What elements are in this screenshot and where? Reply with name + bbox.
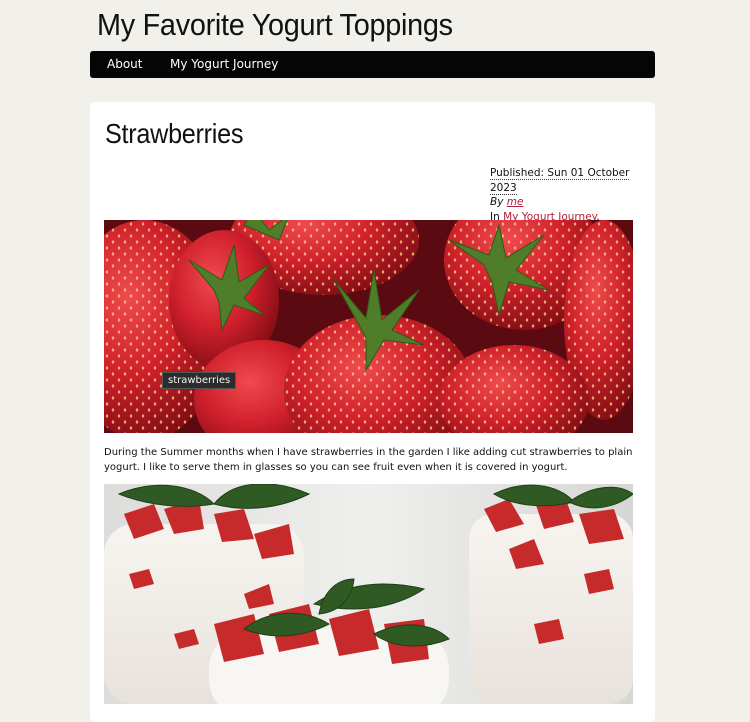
author-link[interactable]: me: [507, 196, 524, 208]
byline-prefix: By: [490, 196, 507, 208]
main-navigation: About My Yogurt Journey: [90, 51, 655, 78]
nav-item-about[interactable]: About: [107, 57, 142, 71]
published-date: Published: Sun 01 October 2023: [490, 167, 630, 195]
nav-item-my-yogurt-journey[interactable]: My Yogurt Journey: [170, 57, 278, 71]
byline: By me: [490, 195, 650, 210]
site-title[interactable]: My Favorite Yogurt Toppings: [97, 4, 453, 46]
article-card: Strawberries Published: Sun 01 October 2…: [90, 102, 655, 722]
post-meta: Published: Sun 01 October 2023 By me In …: [490, 166, 650, 224]
post-paragraph: During the Summer months when I have str…: [104, 447, 633, 473]
image-tooltip: strawberries: [162, 372, 237, 389]
strawberries-image: [104, 220, 633, 433]
post-title: Strawberries: [105, 118, 244, 149]
yogurt-glasses-image: [104, 484, 633, 704]
